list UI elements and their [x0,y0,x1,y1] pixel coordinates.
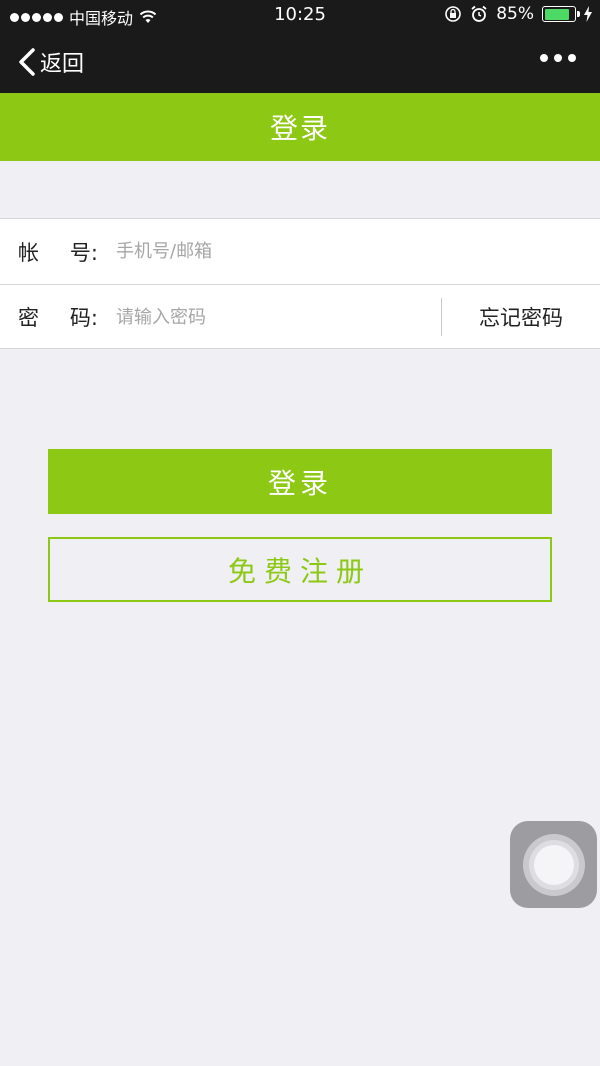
assistive-touch-icon [533,844,574,885]
back-button[interactable]: 返回 [18,46,84,78]
battery-percent: 85% [496,4,534,24]
login-button[interactable]: 登录 [48,449,552,514]
account-row: 帐 号: [0,219,600,284]
alarm-icon [471,5,487,22]
password-label: 密 码: [18,306,98,330]
forgot-password-link[interactable]: 忘记密码 [442,302,600,332]
login-form: 帐 号: 密 码: 忘记密码 [0,218,600,349]
nav-bar: 返回 [0,32,600,93]
more-dots-icon [540,54,548,62]
status-bar: 中国移动 10:25 85% [0,0,600,32]
page-title: 登录 [0,93,600,161]
account-label: 帐 号: [18,240,98,265]
assistive-touch-button[interactable] [510,821,597,908]
chevron-left-icon [19,48,35,76]
password-row: 密 码: 忘记密码 [0,284,600,349]
account-input[interactable] [108,231,600,272]
more-options-button[interactable] [540,54,576,62]
back-label: 返回 [40,52,85,77]
orientation-lock-icon [445,6,462,22]
top-bar: 中国移动 10:25 85% 返回 [0,0,600,93]
register-button[interactable]: 免费注册 [48,537,552,602]
battery-icon [542,6,580,22]
password-input[interactable] [108,297,441,337]
charging-icon [584,6,592,22]
